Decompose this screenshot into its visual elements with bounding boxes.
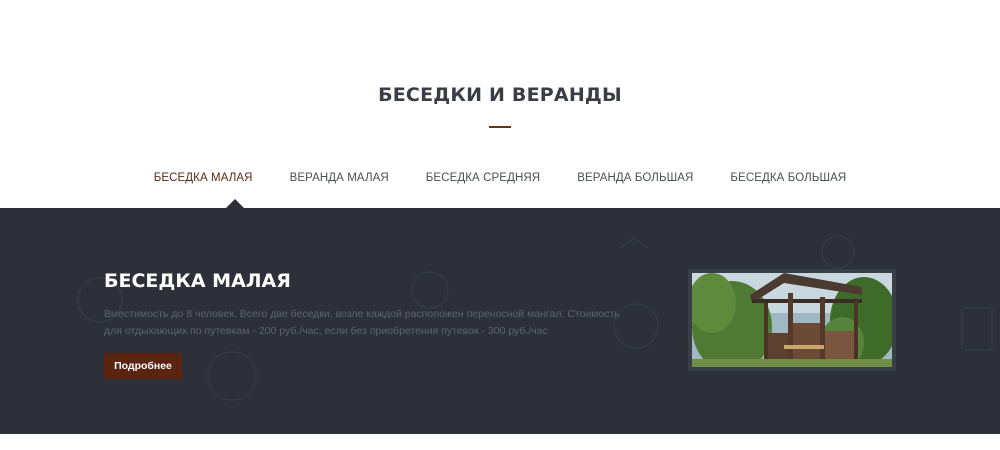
tab-content-panel: БЕСЕДКА МАЛАЯ Вместимость до 8 человек. … [0, 208, 1000, 434]
item-description: Вместимость до 8 человек. Всего две бесе… [104, 308, 620, 337]
tab-besedka-srednyaya[interactable]: БЕСЕДКА СРЕДНЯЯ [426, 172, 540, 188]
more-details-button[interactable]: Подробнее [104, 353, 182, 379]
page-bottom-area [0, 434, 1000, 450]
gazebo-photo[interactable] [692, 273, 892, 367]
tab-veranda-bolshaya[interactable]: ВЕРАНДА БОЛЬШАЯ [577, 172, 693, 188]
title-underline [489, 126, 511, 128]
item-photo-frame [688, 269, 896, 371]
item-title: БЕСЕДКА МАЛАЯ [104, 270, 291, 292]
tab-besedka-malaya[interactable]: БЕСЕДКА МАЛАЯ [154, 172, 253, 188]
tabs-bar: БЕСЕДКА МАЛАЯ ВЕРАНДА МАЛАЯ БЕСЕДКА СРЕД… [0, 172, 1000, 188]
tab-veranda-malaya[interactable]: ВЕРАНДА МАЛАЯ [290, 172, 389, 188]
section-title: БЕСЕДКИ И ВЕРАНДЫ [378, 84, 622, 106]
tab-besedka-bolshaya[interactable]: БЕСЕДКА БОЛЬШАЯ [730, 172, 846, 188]
active-tab-pointer [226, 199, 244, 208]
